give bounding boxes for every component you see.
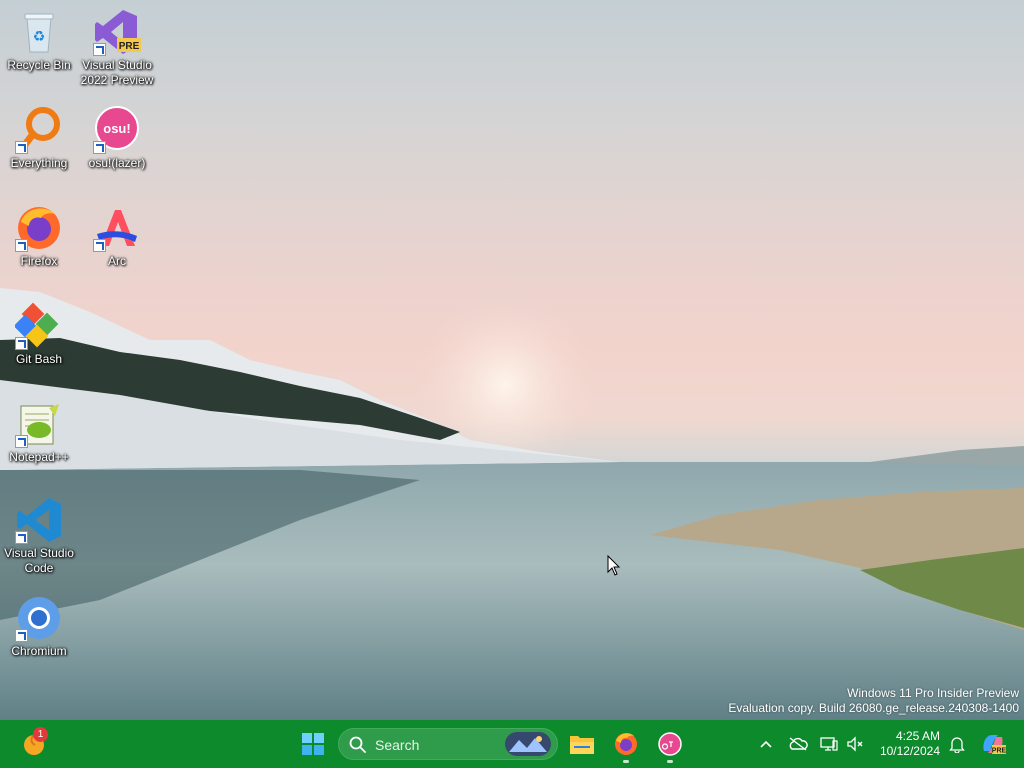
shortcut-arrow-icon xyxy=(15,337,28,350)
running-indicator xyxy=(667,760,673,763)
desktop-icon-label: Git Bash xyxy=(15,352,63,366)
notepadpp-icon xyxy=(15,400,63,448)
desktop-icon-label: Everything xyxy=(10,156,68,170)
notifications-button[interactable] xyxy=(946,720,968,768)
shortcut-arrow-icon xyxy=(93,43,106,56)
desktop-icon-label: Recycle Bin xyxy=(7,58,71,72)
network-button[interactable] xyxy=(818,720,840,768)
file-explorer-icon xyxy=(570,736,594,754)
chromium-icon xyxy=(15,594,63,642)
vscode-icon xyxy=(15,496,63,544)
running-indicator xyxy=(623,760,629,763)
network-icon xyxy=(820,737,838,751)
start-button[interactable] xyxy=(294,720,332,768)
svg-text:PRE: PRE xyxy=(119,41,140,52)
everything-search-icon xyxy=(15,106,63,154)
desktop-icon-chromium[interactable]: Chromium xyxy=(0,594,78,659)
search-highlight-icon xyxy=(505,732,551,756)
visual-studio-preview-icon: PRE xyxy=(93,8,141,56)
clock-button[interactable]: 4:25 AM 10/12/2024 xyxy=(880,729,940,759)
desktop-icon-osu[interactable]: osu! osu!(lazer) xyxy=(78,106,156,171)
shortcut-arrow-icon xyxy=(15,435,28,448)
mouse-cursor-icon xyxy=(607,555,621,576)
osu-icon: osu! xyxy=(93,106,141,154)
shortcut-arrow-icon xyxy=(93,141,106,154)
svg-text:osu!: osu! xyxy=(103,121,130,136)
firefox-icon xyxy=(615,733,637,755)
desktop-icon-label: Visual Studio Code xyxy=(4,546,74,575)
firefox-icon xyxy=(15,204,63,252)
copilot-icon: PRE xyxy=(983,735,1006,755)
watermark-build: Evaluation copy. Build 26080.ge_release.… xyxy=(728,701,1019,715)
clock-date: 10/12/2024 xyxy=(879,744,940,758)
search-placeholder: Search xyxy=(375,737,420,753)
shortcut-arrow-icon xyxy=(15,531,28,544)
shortcut-arrow-icon xyxy=(15,629,28,642)
osu-icon xyxy=(658,732,682,756)
svg-text:♻: ♻ xyxy=(33,29,46,45)
onedrive-button[interactable] xyxy=(786,720,810,768)
chevron-up-icon xyxy=(760,740,772,748)
desktop-icon-label: Notepad++ xyxy=(9,450,69,464)
desktop-icon-git-bash[interactable]: Git Bash xyxy=(0,302,78,367)
search-icon xyxy=(349,736,366,753)
start-icon xyxy=(302,733,324,755)
shortcut-arrow-icon xyxy=(15,141,28,154)
taskbar-search-box[interactable]: Search xyxy=(338,728,558,760)
taskbar-file-explorer[interactable] xyxy=(564,720,600,768)
desktop-icon-vscode[interactable]: Visual Studio Code xyxy=(0,496,78,576)
arc-icon xyxy=(93,204,141,252)
volume-muted-icon xyxy=(847,736,863,752)
desktop-icon-label: Visual Studio 2022 Preview xyxy=(80,58,154,87)
desktop-icon-label: Chromium xyxy=(11,644,67,658)
widgets-button[interactable] xyxy=(14,720,54,768)
shortcut-arrow-icon xyxy=(15,239,28,252)
onedrive-offline-icon xyxy=(789,737,808,751)
desktop-icon-visual-studio-preview[interactable]: PRE Visual Studio 2022 Preview xyxy=(78,8,156,88)
git-bash-icon xyxy=(13,302,63,350)
desktop-icon-recycle-bin[interactable]: ♻ Recycle Bin xyxy=(0,8,78,73)
desktop-icon-notepadpp[interactable]: Notepad++ xyxy=(0,400,78,465)
clock-time: 4:25 AM xyxy=(895,729,940,743)
widgets-notification-badge: 1 xyxy=(33,727,48,742)
evaluation-watermark: Windows 11 Pro Insider Preview Evaluatio… xyxy=(728,686,1019,716)
copilot-button[interactable]: PRE xyxy=(978,720,1008,768)
desktop-icon-firefox[interactable]: Firefox xyxy=(0,204,78,269)
svg-text:PRE: PRE xyxy=(992,748,1006,755)
desktop-icon-label: Firefox xyxy=(20,254,58,268)
watermark-edition: Windows 11 Pro Insider Preview xyxy=(847,686,1019,700)
recycle-bin-icon: ♻ xyxy=(15,8,63,56)
desktop-icon-arc[interactable]: Arc xyxy=(78,204,156,269)
volume-button[interactable] xyxy=(844,720,866,768)
shortcut-arrow-icon xyxy=(93,239,106,252)
desktop-icon-label: Arc xyxy=(108,254,126,268)
notification-bell-icon xyxy=(949,737,965,753)
show-hidden-icons-button[interactable] xyxy=(756,720,776,768)
desktop-icon-label: osu!(lazer) xyxy=(88,156,146,170)
desktop-icon-everything[interactable]: Everything xyxy=(0,106,78,171)
